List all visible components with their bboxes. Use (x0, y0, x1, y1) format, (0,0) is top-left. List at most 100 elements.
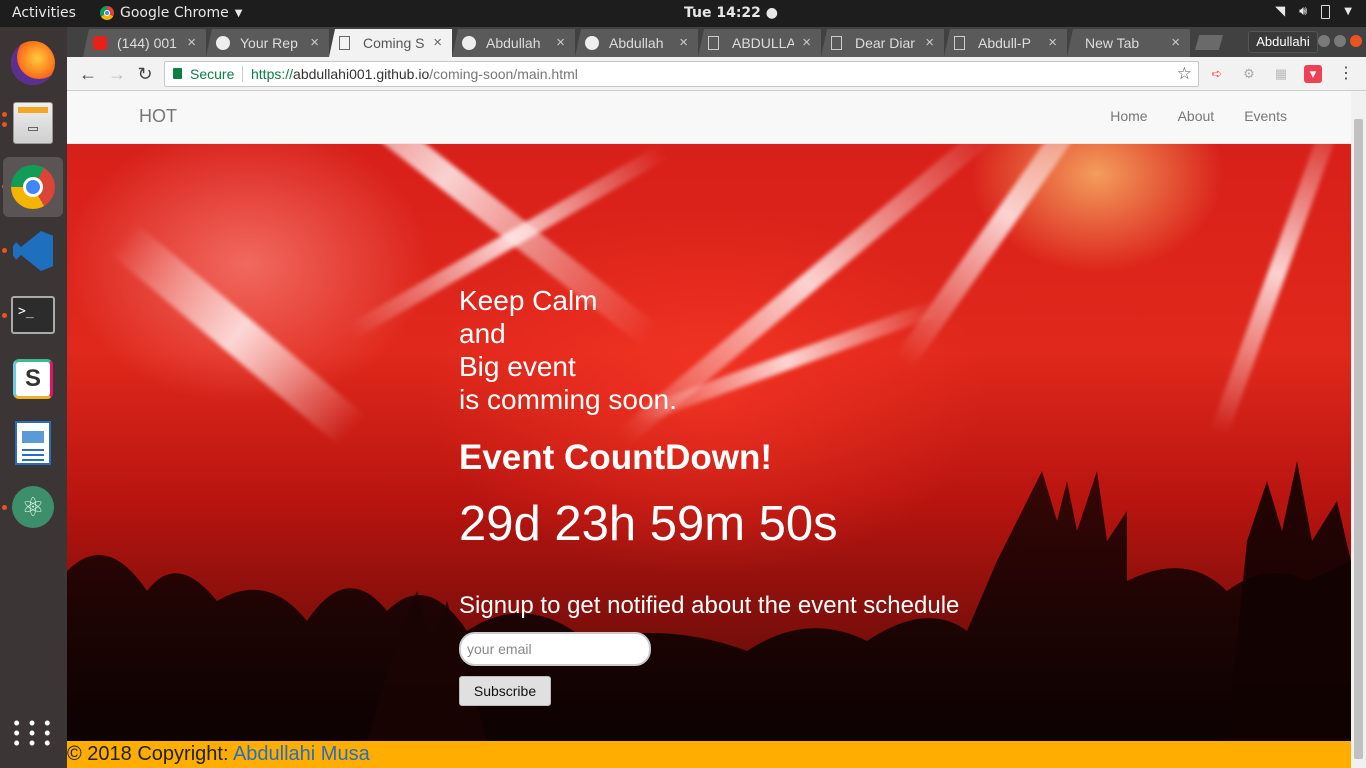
email-field[interactable] (459, 632, 651, 666)
site-footer: © 2018 Copyright: Abdullahi Musa (67, 741, 1351, 768)
tab[interactable]: ABDULLA × (698, 29, 821, 57)
tab-title: Coming S (363, 35, 425, 51)
subscribe-button[interactable]: Subscribe (459, 676, 551, 706)
hero-section: Keep Calm and Big event is comming soon.… (67, 144, 1351, 741)
tab-title: Abdullah (609, 35, 664, 51)
firefox-icon (11, 41, 55, 85)
youtube-icon (93, 36, 107, 50)
pocket-icon[interactable]: ▾ (1304, 65, 1322, 83)
divider (242, 66, 243, 82)
address-bar[interactable]: Secure https://abdullahi001.github.io/co… (164, 61, 1199, 87)
file-cabinet-icon (13, 102, 53, 144)
footer-copyright: © 2018 Copyright: (67, 743, 233, 765)
tab-title: ABDULLA (732, 35, 794, 51)
page-icon (831, 36, 842, 50)
browser-toolbar: ← → ↻ Secure https://abdullahi001.github… (67, 57, 1366, 91)
tagline-line: Keep Calm (459, 285, 598, 316)
chrome-icon (11, 165, 55, 209)
light-beam (109, 222, 365, 446)
system-top-bar: Activities Google Chrome ▼ Tue 14:22 ● ◥… (0, 0, 1366, 27)
extension-icon[interactable]: ⚙ (1240, 65, 1258, 83)
menu-icon[interactable]: ⋮ (1337, 65, 1355, 83)
profile-button[interactable]: Abdullahi (1248, 31, 1318, 53)
tab[interactable]: Abdullah × (452, 29, 575, 57)
chevron-down-icon: ▼ (234, 7, 243, 19)
nav-events[interactable]: Events (1244, 108, 1287, 124)
dock-atom[interactable]: ⚛ (3, 477, 63, 537)
close-icon[interactable]: × (1171, 34, 1180, 51)
footer-author-link[interactable]: Abdullahi Musa (233, 743, 370, 765)
atom-icon: ⚛ (12, 486, 54, 528)
page-icon (954, 36, 965, 50)
extension-icon[interactable]: ➪ (1208, 65, 1226, 83)
dock-vscode[interactable] (3, 221, 63, 281)
nav-about[interactable]: About (1178, 108, 1215, 124)
chevron-down-icon: ▼ (1344, 6, 1352, 17)
dock-writer[interactable] (3, 413, 63, 473)
extension-icon[interactable]: ▦ (1272, 65, 1290, 83)
github-icon (585, 36, 599, 50)
tab[interactable]: Your Rep × (206, 29, 329, 57)
tagline-line: Big event (459, 351, 576, 382)
countdown-title: Event CountDown! (459, 438, 773, 477)
chrome-icon (100, 6, 114, 20)
activities-button[interactable]: Activities (12, 5, 76, 21)
volume-icon: 🔊︎ (1299, 4, 1308, 19)
bookmark-star-icon[interactable]: ☆ (1177, 64, 1192, 84)
close-icon[interactable]: × (679, 34, 688, 51)
tab[interactable]: Dear Diar × (821, 29, 944, 57)
scrollbar[interactable] (1351, 91, 1366, 768)
tab[interactable]: New Tab × (1067, 29, 1190, 57)
tab-active[interactable]: Coming S × (329, 29, 452, 57)
dock-chrome[interactable] (3, 157, 63, 217)
reload-icon[interactable]: ↻ (134, 63, 156, 85)
app-menu-label: Google Chrome (120, 5, 229, 21)
chrome-window: (144) 001 × Your Rep × Coming S × Abdull… (67, 27, 1366, 768)
grid-icon: • • • • • • • • • (13, 713, 53, 753)
app-menu[interactable]: Google Chrome ▼ (100, 5, 242, 21)
window-controls (1318, 35, 1362, 47)
tab[interactable]: (144) 001 × (83, 29, 206, 57)
signup-text: Signup to get notified about the event s… (459, 592, 960, 619)
github-icon (216, 36, 230, 50)
close-icon[interactable]: × (925, 34, 934, 51)
close-window-icon[interactable] (1350, 35, 1362, 47)
clock[interactable]: Tue 14:22 ● (684, 5, 778, 21)
lock-icon (173, 68, 182, 79)
show-apps-button[interactable]: • • • • • • • • • (3, 703, 63, 763)
url-text[interactable]: https://abdullahi001.github.io/coming-so… (251, 66, 578, 82)
tab-strip: (144) 001 × Your Rep × Coming S × Abdull… (67, 27, 1366, 57)
tagline-line: is comming soon. (459, 384, 677, 415)
dock-slack[interactable]: S (3, 349, 63, 409)
hero-content: Keep Calm and Big event is comming soon.… (459, 284, 959, 706)
tab[interactable]: Abdull-P × (944, 29, 1067, 57)
nav-home[interactable]: Home (1110, 108, 1147, 124)
minimize-icon[interactable] (1318, 35, 1330, 47)
tagline-line: and (459, 318, 506, 349)
dock: >_ S ⚛ • • • • • • • • • (0, 27, 67, 768)
close-icon[interactable]: × (1048, 34, 1057, 51)
close-icon[interactable]: × (433, 34, 442, 51)
dock-firefox[interactable] (3, 33, 63, 93)
slack-icon: S (13, 359, 53, 399)
system-tray[interactable]: ◥ 🔊︎ ▼ (1275, 4, 1352, 19)
close-icon[interactable]: × (802, 34, 811, 51)
wifi-icon: ◥ (1275, 4, 1286, 19)
close-icon[interactable]: × (556, 34, 565, 51)
scrollbar-thumb[interactable] (1354, 119, 1363, 759)
maximize-icon[interactable] (1334, 35, 1346, 47)
document-icon (15, 421, 51, 465)
dock-terminal[interactable]: >_ (3, 285, 63, 345)
vscode-icon (13, 231, 53, 271)
new-tab-button[interactable] (1195, 35, 1223, 50)
dock-files[interactable] (3, 93, 63, 153)
forward-arrow-icon[interactable]: → (106, 63, 128, 85)
back-arrow-icon[interactable]: ← (77, 63, 99, 85)
tab[interactable]: Abdullah × (575, 29, 698, 57)
web-page: HOT Home About Events Keep Calm and Big … (67, 91, 1351, 768)
site-brand[interactable]: HOT (139, 106, 177, 127)
page-icon (339, 36, 350, 50)
close-icon[interactable]: × (310, 34, 319, 51)
page-icon (708, 36, 719, 50)
close-icon[interactable]: × (187, 34, 196, 51)
